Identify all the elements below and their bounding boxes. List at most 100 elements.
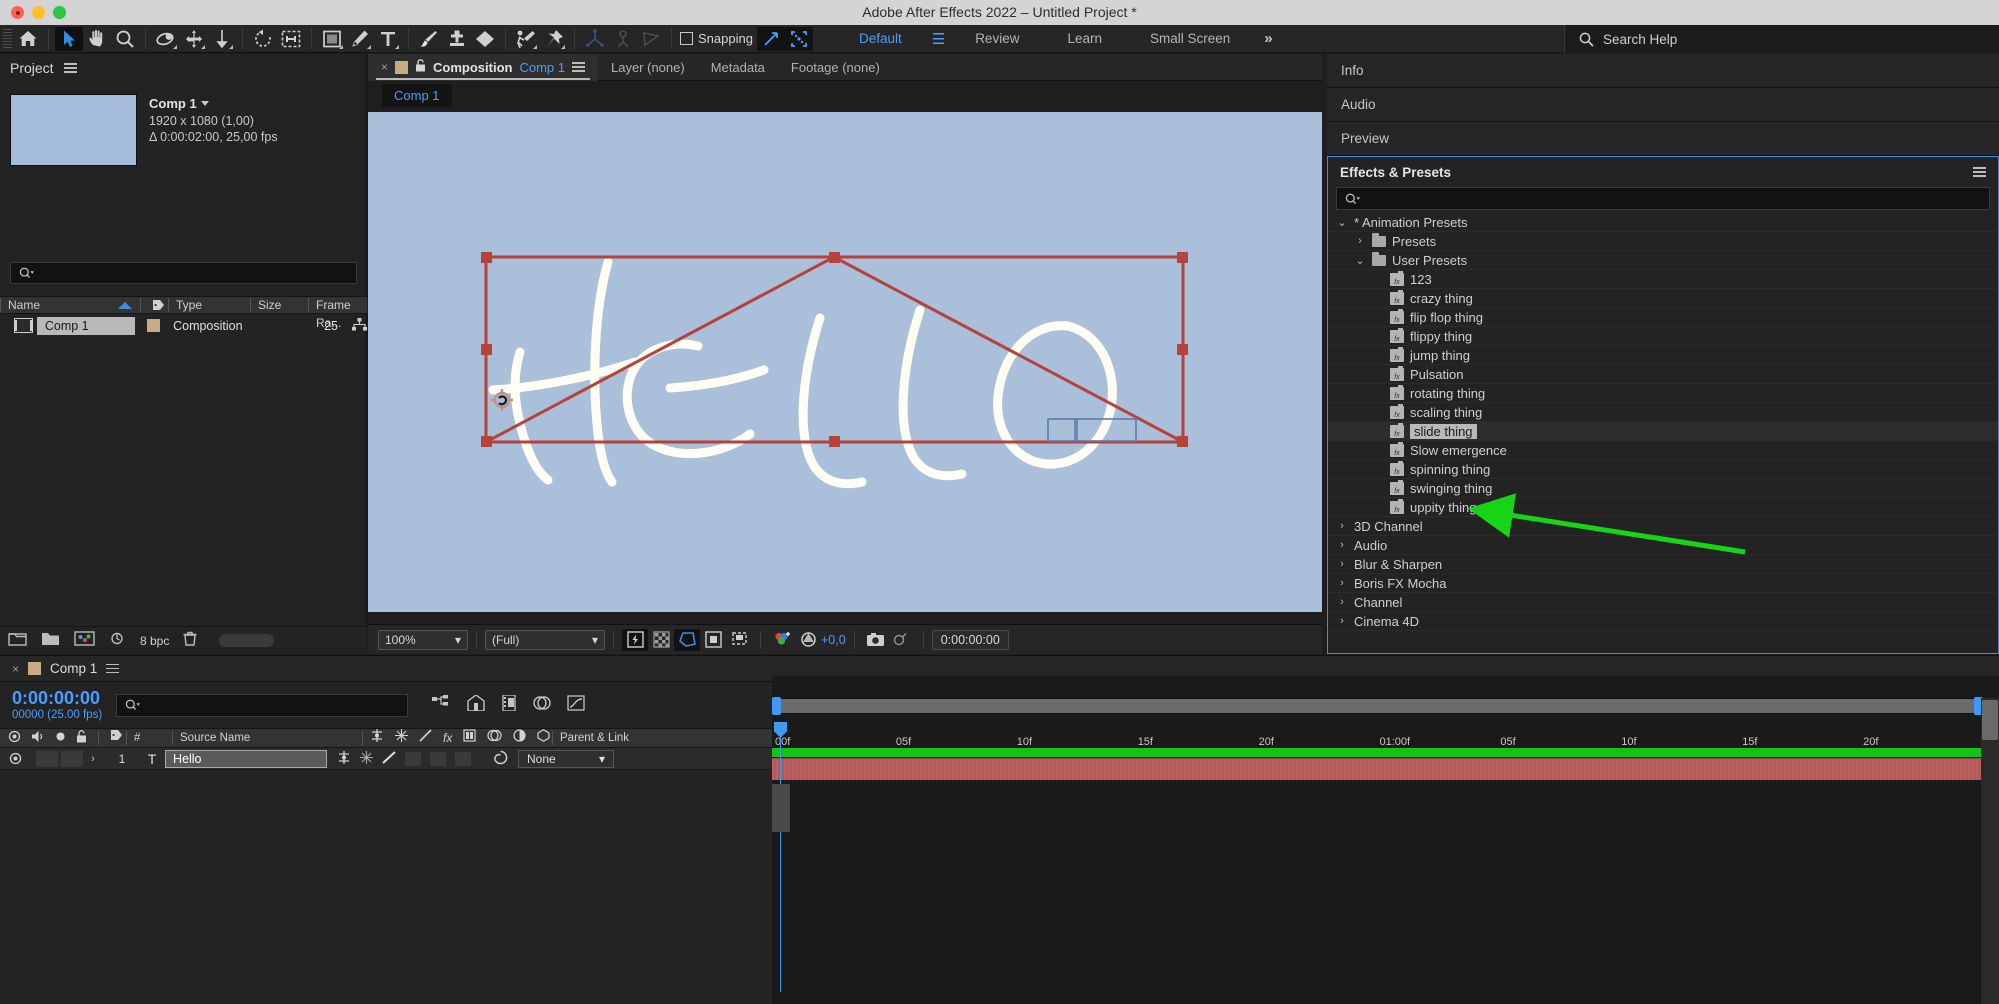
table-row[interactable]: Comp 1 Composition 25: [0, 315, 367, 336]
delete-icon[interactable]: [183, 631, 197, 651]
layer-visibility-toggle[interactable]: [0, 752, 30, 765]
type-tool[interactable]: [374, 27, 402, 51]
effects-tree-item[interactable]: › Audio: [1328, 536, 1998, 555]
effects-tree-item[interactable]: fx slide thing: [1328, 422, 1998, 441]
effects-tree-item[interactable]: ⌄ User Presets: [1328, 251, 1998, 270]
effects-tree-item[interactable]: fx Pulsation: [1328, 365, 1998, 384]
chevron-right-icon[interactable]: ›: [1336, 520, 1348, 532]
close-icon[interactable]: ×: [12, 662, 19, 676]
workspace-default[interactable]: Default: [835, 25, 926, 53]
parent-link-select[interactable]: None ▾: [518, 749, 614, 768]
folder-icon[interactable]: [41, 631, 60, 651]
snapping-checkbox[interactable]: [680, 32, 693, 45]
selection-tool[interactable]: [55, 26, 83, 51]
layer-solo-toggle[interactable]: [61, 750, 83, 767]
snap-to-points-icon[interactable]: [784, 26, 813, 51]
effects-tree-item[interactable]: fx spinning thing: [1328, 460, 1998, 479]
tab-composition[interactable]: × Composition Comp 1: [368, 53, 598, 81]
chevron-right-icon[interactable]: ›: [1336, 558, 1348, 570]
effects-panel-menu-icon[interactable]: [1973, 164, 1986, 179]
roto-brush-2-tool[interactable]: [512, 27, 540, 51]
new-folder-icon[interactable]: [8, 631, 27, 651]
home-icon[interactable]: [14, 27, 42, 51]
snapping-toggle[interactable]: Snapping: [680, 31, 753, 46]
tab-footage[interactable]: Footage (none): [778, 54, 893, 81]
mesh-3d-icon[interactable]: [637, 27, 665, 51]
puppet-pin-tool[interactable]: [540, 27, 568, 51]
timeline-search-input[interactable]: [116, 693, 409, 717]
effects-search-input[interactable]: [1336, 187, 1990, 210]
effects-tree-item[interactable]: › Cinema 4D: [1328, 612, 1998, 631]
effects-tree-item[interactable]: fx flip flop thing: [1328, 308, 1998, 327]
pen-tool[interactable]: [346, 27, 374, 51]
search-help-field[interactable]: Search Help: [1564, 25, 1999, 53]
column-header-frame-rate[interactable]: Frame Ra...: [308, 296, 364, 330]
current-time-display[interactable]: 0:00:00:00 00000 (25.00 fps): [12, 688, 102, 722]
effects-tree-item[interactable]: fx uppity thing: [1328, 498, 1998, 517]
panel-preview[interactable]: Preview: [1327, 122, 1999, 156]
pan-tool[interactable]: [180, 27, 208, 51]
project-item-name[interactable]: Comp 1: [36, 316, 135, 335]
viewer-timecode[interactable]: 0:00:00:00: [931, 629, 1009, 650]
resolution-select[interactable]: (Full) ▾: [485, 629, 605, 650]
composition-panel-menu-icon[interactable]: [571, 59, 585, 74]
effects-tree-item[interactable]: › Blur & Sharpen: [1328, 555, 1998, 574]
chevron-right-icon[interactable]: ›: [1336, 615, 1348, 627]
enable-frame-blending-icon[interactable]: [533, 695, 551, 716]
effects-tree-item[interactable]: fx jump thing: [1328, 346, 1998, 365]
take-snapshot-icon[interactable]: [863, 629, 889, 651]
show-snapshot-icon[interactable]: [889, 629, 915, 651]
workspace-menu-icon[interactable]: ☰: [926, 30, 951, 48]
effects-tree-item[interactable]: › Channel: [1328, 593, 1998, 612]
hand-tool[interactable]: [83, 27, 111, 51]
new-composition-icon[interactable]: [74, 630, 95, 651]
panel-audio[interactable]: Audio: [1327, 88, 1999, 122]
region-of-interest-icon[interactable]: [700, 629, 726, 651]
layer-name-field[interactable]: Hello: [165, 749, 327, 768]
subtab-comp-1[interactable]: Comp 1: [382, 83, 452, 107]
exposure-value[interactable]: +0,0: [821, 633, 846, 647]
panel-info[interactable]: Info: [1327, 54, 1999, 88]
frame-blending-toggle[interactable]: [430, 751, 446, 766]
brush-tool[interactable]: [415, 27, 443, 51]
timeline-track-area[interactable]: 00f05f10f15f20f01:00f05f10f15f20f02:0: [772, 676, 1999, 1004]
timeline-ruler[interactable]: 00f05f10f15f20f01:00f05f10f15f20f02:0: [772, 722, 1999, 774]
orbit-tool[interactable]: [152, 27, 180, 51]
dolly-tool[interactable]: [208, 27, 236, 51]
label-color-swatch[interactable]: [147, 319, 161, 332]
motion-blur-toggle[interactable]: [455, 751, 471, 766]
workspace-review[interactable]: Review: [951, 25, 1043, 53]
effects-tree-item[interactable]: fx flippy thing: [1328, 327, 1998, 346]
composition-canvas[interactable]: [368, 112, 1322, 612]
project-search-input[interactable]: [10, 262, 357, 284]
hide-shy-layers-icon[interactable]: [501, 693, 517, 716]
effects-tree-list[interactable]: ⌄ * Animation Presets › Presets ⌄ User Preset…: [1328, 213, 1998, 631]
column-header-name[interactable]: Name: [0, 296, 140, 314]
lock-icon[interactable]: [415, 59, 426, 75]
mask-path-visibility-icon[interactable]: [674, 628, 700, 651]
transparency-grid-icon[interactable]: [648, 629, 674, 651]
table-row[interactable]: › 1 T Hello None ▾: [0, 748, 772, 770]
fast-previews-icon[interactable]: [622, 628, 648, 651]
rotation-tool[interactable]: [249, 27, 277, 51]
channel-select-icon[interactable]: [769, 629, 795, 651]
timeline-vertical-scrollbar[interactable]: [1981, 698, 1999, 1004]
roto-brush-tool[interactable]: [277, 27, 305, 51]
chevron-right-icon[interactable]: ›: [1354, 235, 1366, 247]
chevron-right-icon[interactable]: ›: [1336, 596, 1348, 608]
close-icon[interactable]: ×: [381, 60, 388, 74]
effects-tree-item[interactable]: ⌄ * Animation Presets: [1328, 213, 1998, 232]
effects-tree-item[interactable]: › Boris FX Mocha: [1328, 574, 1998, 593]
effects-toggle[interactable]: [405, 751, 421, 766]
work-area-start-handle[interactable]: [772, 697, 781, 715]
solo-icon[interactable]: [55, 731, 66, 745]
exposure-reset-icon[interactable]: [795, 629, 821, 651]
zoom-level-select[interactable]: 100% ▾: [378, 629, 468, 650]
column-header-type[interactable]: Type: [168, 296, 250, 314]
axis-3d-icon[interactable]: [581, 27, 609, 51]
chevron-down-icon[interactable]: ⌄: [1336, 216, 1348, 229]
column-header-size[interactable]: Size: [250, 296, 308, 314]
layer-duration-bar[interactable]: [772, 758, 1981, 780]
effects-tree-item[interactable]: fx swinging thing: [1328, 479, 1998, 498]
effects-tree-item[interactable]: › 3D Channel: [1328, 517, 1998, 536]
